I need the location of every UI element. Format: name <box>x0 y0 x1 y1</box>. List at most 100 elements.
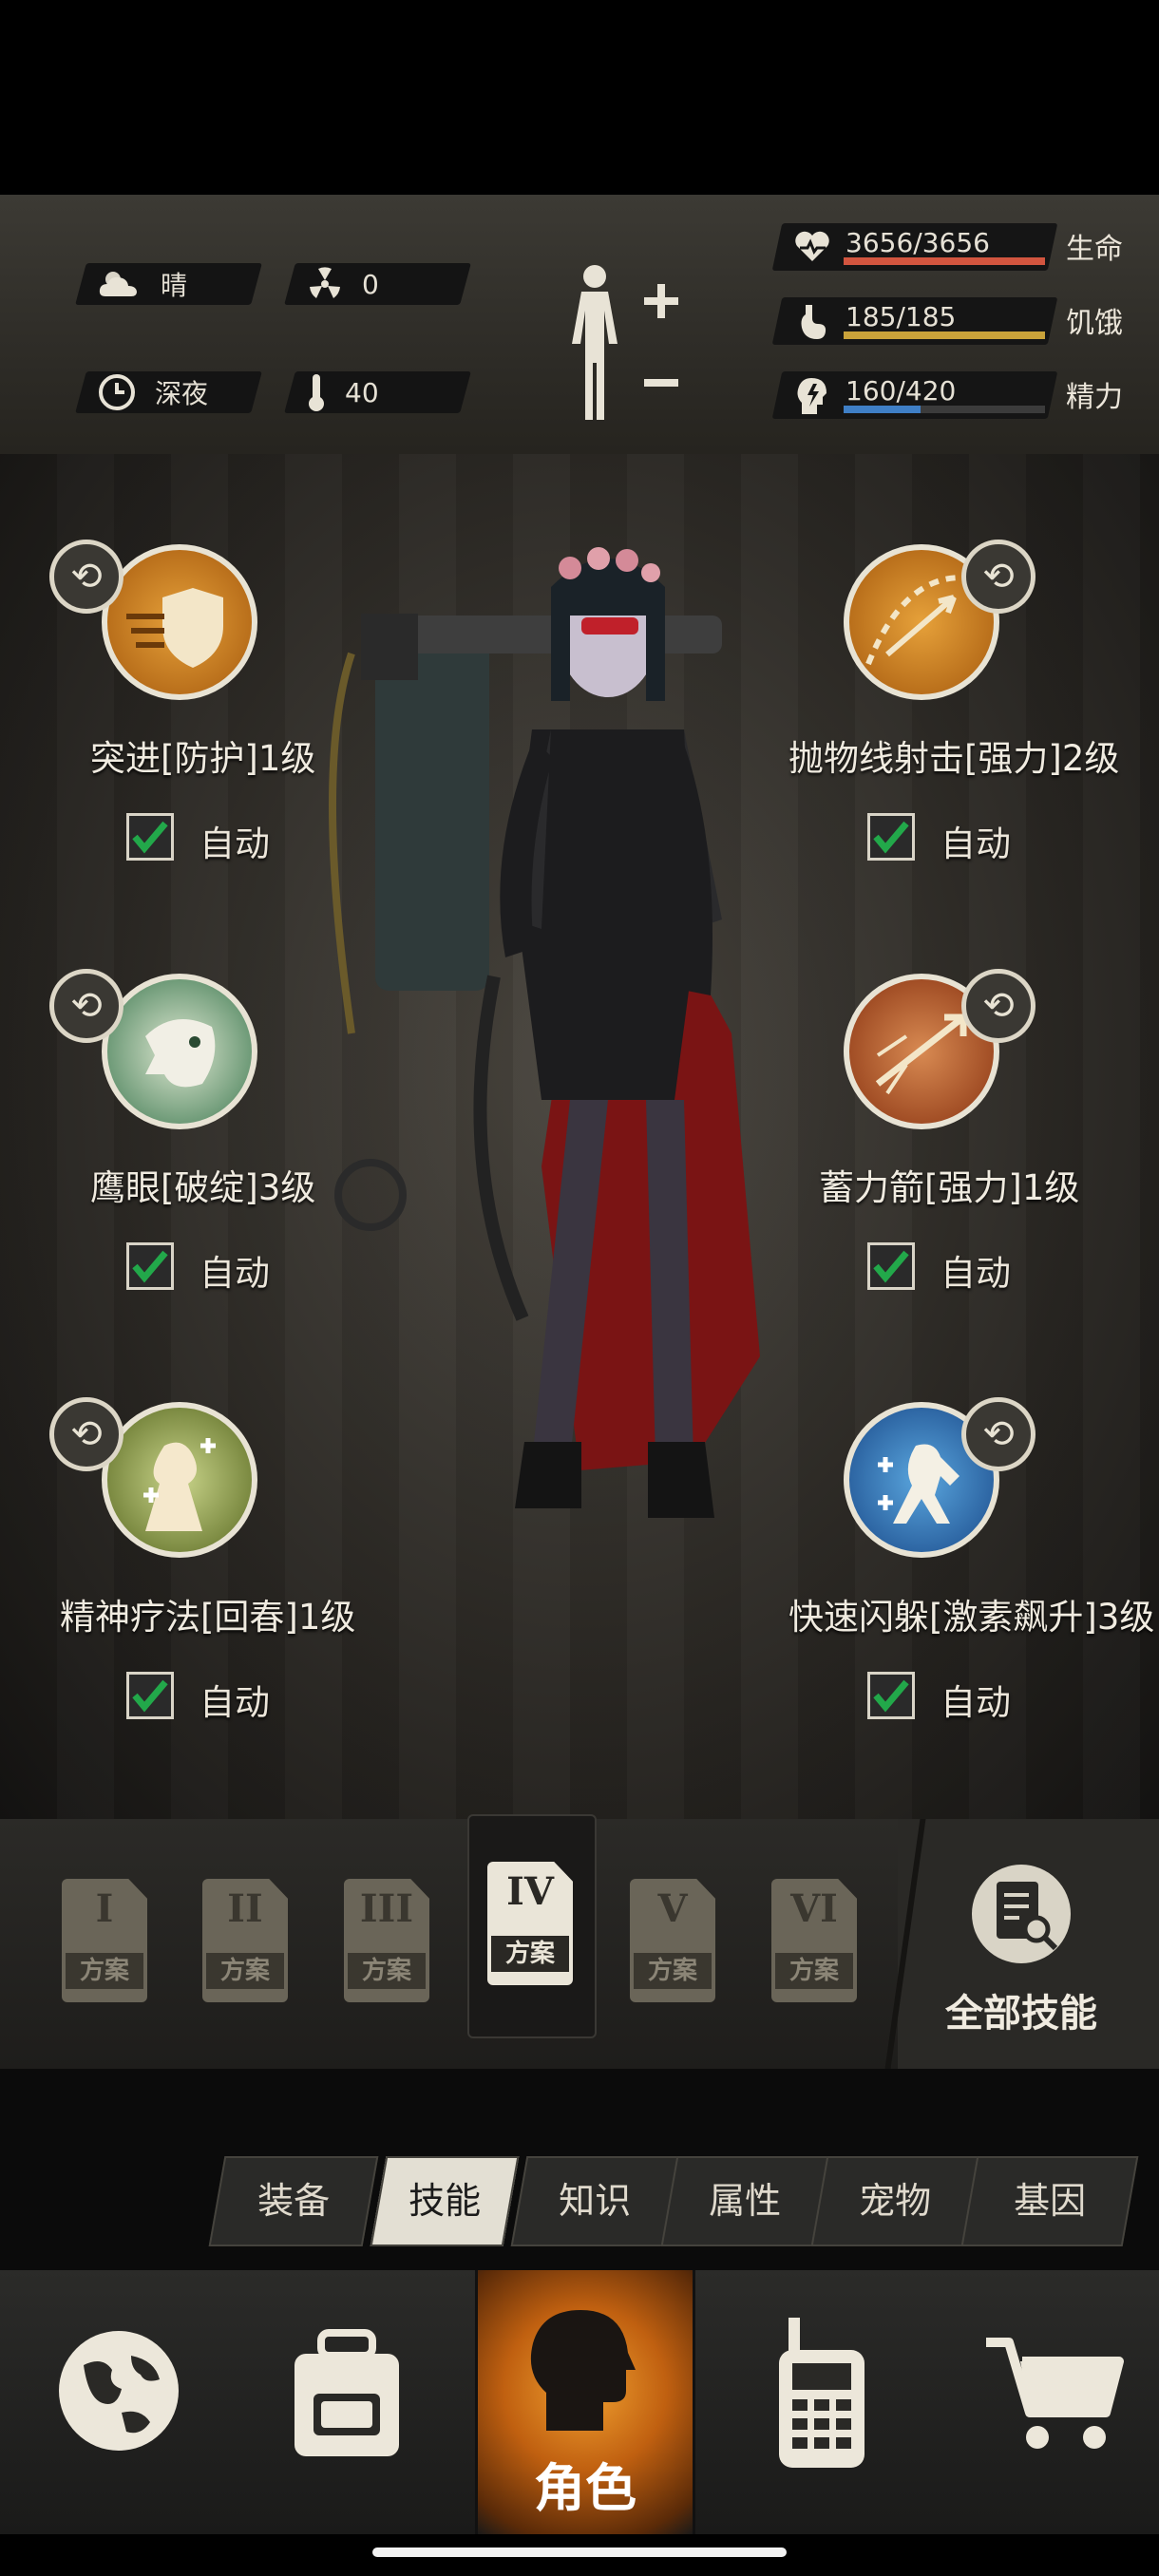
energy-bar <box>844 406 1045 413</box>
swap-skill-4-icon[interactable]: ⟲ <box>961 969 1036 1043</box>
temperature-pill: 40 <box>284 371 471 413</box>
swap-skill-6-icon[interactable]: ⟲ <box>961 1397 1036 1471</box>
character-head-icon <box>530 2310 636 2431</box>
nav-world-button[interactable] <box>48 2270 190 2534</box>
status-bar-area <box>0 0 1159 195</box>
all-skills-button[interactable]: 全部技能 <box>898 1819 1159 2069</box>
plan-2-button[interactable]: II 方案 <box>202 1879 288 2002</box>
energy-value: 160/420 <box>846 375 957 407</box>
energy-stat: 160/420 <box>771 371 1058 419</box>
skill-3-name: 鹰眼[破绽]3级 <box>90 1167 316 1208</box>
plan-4-label: 方案 <box>491 1936 569 1972</box>
plan-1-number: I <box>95 1886 114 1931</box>
hud-panel: 晴 0 深夜 40 3656/3656 生命 185/185 饥饿 160/42… <box>0 195 1159 457</box>
tab-knowledge[interactable]: 知识 <box>510 2156 679 2246</box>
weather-text: 晴 <box>161 270 188 301</box>
swap-skill-1-icon[interactable]: ⟲ <box>49 540 124 614</box>
nav-shop-button[interactable] <box>978 2270 1130 2534</box>
skill-5-auto-label: 自动 <box>200 1682 270 1723</box>
nav-character-button[interactable]: 角色 <box>475 2270 695 2534</box>
hunger-bar <box>844 331 1045 339</box>
clock-icon <box>99 374 135 410</box>
stomach-icon <box>801 305 826 339</box>
skill-4-name: 蓄力箭[强力]1级 <box>819 1167 1080 1208</box>
mental-therapy-icon[interactable] <box>102 1402 257 1558</box>
tab-attributes-label: 属性 <box>709 2180 782 2222</box>
plan-2-label: 方案 <box>206 1953 284 1989</box>
radiation-pill: 0 <box>284 263 471 305</box>
plan-3-number: III <box>359 1886 414 1931</box>
skill-4-auto-label: 自动 <box>940 1253 1011 1294</box>
hunger-value: 185/185 <box>846 301 957 332</box>
skill-6-auto-label: 自动 <box>940 1682 1011 1723</box>
plan-2-number: II <box>227 1886 263 1931</box>
tab-pets-label: 宠物 <box>859 2180 932 2222</box>
plan-1-label: 方案 <box>66 1953 143 1989</box>
energy-label: 精力 <box>1066 381 1123 414</box>
tab-equipment-label: 装备 <box>257 2180 331 2222</box>
tab-skills[interactable]: 技能 <box>370 2156 520 2246</box>
body-status-icon[interactable] <box>559 261 682 427</box>
tab-equipment[interactable]: 装备 <box>208 2156 379 2246</box>
plan-6-number: VI <box>790 1886 838 1931</box>
radiation-icon <box>310 267 340 298</box>
health-bar <box>844 257 1045 265</box>
character-figure <box>329 547 760 1518</box>
heart-icon <box>795 231 829 261</box>
temperature-value: 40 <box>345 376 379 408</box>
plan-5-label: 方案 <box>634 1953 712 1989</box>
skill-4-auto-checkbox[interactable] <box>867 1242 915 1290</box>
head-energy-icon <box>797 378 826 414</box>
skill-6-auto-checkbox[interactable] <box>867 1672 915 1719</box>
skill-5-auto-checkbox[interactable] <box>126 1672 174 1719</box>
plan-1-button[interactable]: I 方案 <box>62 1879 147 2002</box>
plan-6-button[interactable]: VI 方案 <box>771 1879 857 2002</box>
weather-pill: 晴 <box>75 263 262 305</box>
skill-2-name: 抛物线射击[强力]2级 <box>788 738 1120 779</box>
eagle-eye-icon[interactable] <box>102 974 257 1129</box>
home-indicator <box>372 2548 787 2557</box>
plan-3-button[interactable]: III 方案 <box>344 1879 429 2002</box>
skill-1-auto-label: 自动 <box>200 824 270 864</box>
swap-skill-5-icon[interactable]: ⟲ <box>49 1397 124 1471</box>
time-of-day-text: 深夜 <box>155 378 209 409</box>
plan-6-label: 方案 <box>775 1953 853 1989</box>
skill-search-icon <box>972 1865 1071 1963</box>
cloud-sun-icon <box>99 272 137 296</box>
shopping-cart-icon <box>986 2338 1124 2449</box>
tab-genes[interactable]: 基因 <box>960 2156 1139 2246</box>
plan-5-number: V <box>657 1886 688 1931</box>
character-scene: ⟲ 突进[防护]1级 自动 ⟲ 抛物线射击[强力]2级 自动 ⟲ 鹰眼[破绽]3… <box>0 454 1159 1819</box>
thermometer-icon <box>309 374 324 411</box>
skill-2-auto-checkbox[interactable] <box>867 813 915 861</box>
walkie-talkie-icon <box>779 2318 864 2468</box>
skill-6-name: 快速闪躲[激素飙升]3级 <box>788 1597 1155 1638</box>
skill-1-name: 突进[防护]1级 <box>90 738 316 779</box>
plan-5-button[interactable]: V 方案 <box>630 1879 715 2002</box>
hunger-stat: 185/185 <box>771 297 1058 345</box>
tab-genes-label: 基因 <box>1014 2180 1087 2222</box>
plan-4-number: IV <box>506 1869 554 1914</box>
health-label: 生命 <box>1066 233 1123 266</box>
skill-1-auto-checkbox[interactable] <box>126 813 174 861</box>
nav-backpack-button[interactable] <box>276 2270 418 2534</box>
all-skills-label: 全部技能 <box>945 1992 1097 2036</box>
charge-shield-icon[interactable] <box>102 544 257 700</box>
health-stat: 3656/3656 <box>771 223 1058 271</box>
plan-4-button[interactable]: IV 方案 <box>487 1862 573 1985</box>
backpack-icon <box>294 2329 399 2456</box>
skill-5-name: 精神疗法[回春]1级 <box>60 1597 356 1638</box>
hunger-label: 饥饿 <box>1066 307 1123 340</box>
health-value: 3656/3656 <box>846 227 990 258</box>
time-pill: 深夜 <box>75 371 262 413</box>
swap-skill-2-icon[interactable]: ⟲ <box>961 540 1036 614</box>
tab-attributes[interactable]: 属性 <box>660 2156 829 2246</box>
tab-skills-label: 技能 <box>408 2180 482 2222</box>
plan-3-label: 方案 <box>348 1953 426 1989</box>
tab-pets[interactable]: 宠物 <box>810 2156 979 2246</box>
swap-skill-3-icon[interactable]: ⟲ <box>49 969 124 1043</box>
nav-character-label: 角色 <box>534 2458 636 2518</box>
skill-3-auto-label: 自动 <box>200 1253 270 1294</box>
nav-radio-button[interactable] <box>750 2270 893 2534</box>
skill-3-auto-checkbox[interactable] <box>126 1242 174 1290</box>
